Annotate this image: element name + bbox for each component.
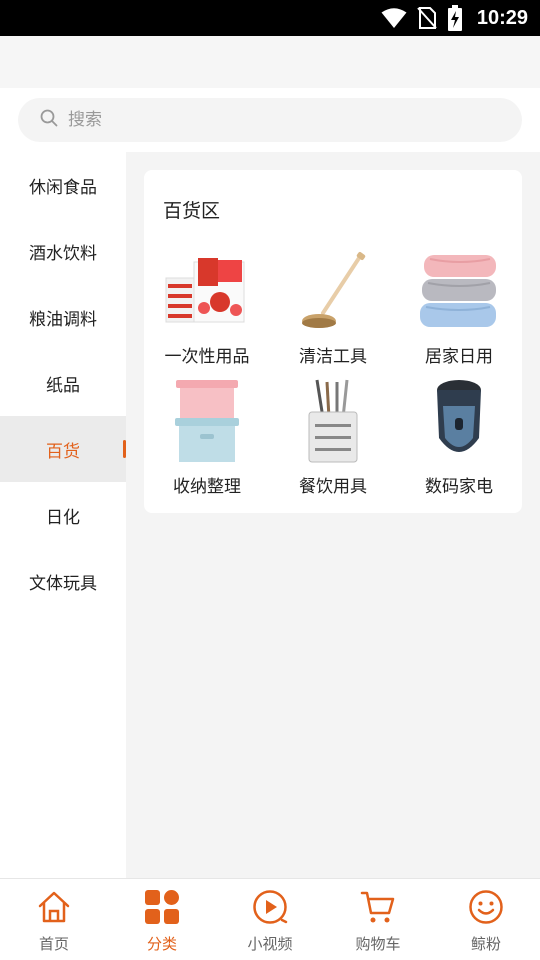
subcategory-cleaning-tools[interactable]: 清洁工具 bbox=[270, 246, 396, 376]
storage-box-image bbox=[162, 376, 252, 466]
sidebar-item-label: 百货 bbox=[46, 441, 80, 462]
subcategory-dining-utensils[interactable]: 餐饮用具 bbox=[270, 376, 396, 506]
category-sidebar: 休闲食品 酒水饮料 粮油调料 纸品 百货 日化 文体玩具 bbox=[0, 152, 126, 878]
sidebar-item-label: 粮油调料 bbox=[29, 309, 97, 330]
search-input[interactable] bbox=[68, 110, 488, 130]
category-content: 百货区 一次性用品 清洁工具 居家日用 收纳整理 餐饮用具 数码家电 bbox=[126, 152, 540, 878]
status-icons: 10:29 bbox=[381, 0, 528, 36]
search-box[interactable] bbox=[18, 98, 522, 142]
sidebar-item-label: 日化 bbox=[46, 507, 80, 528]
search-bar bbox=[0, 88, 540, 152]
nav-label: 鲸粉 bbox=[470, 935, 501, 953]
electric-shaver-image bbox=[414, 376, 504, 466]
disposable-cups-image bbox=[162, 246, 252, 336]
subcategory-household[interactable]: 居家日用 bbox=[396, 246, 522, 376]
nav-item-cart[interactable]: 购物车 bbox=[324, 879, 432, 960]
subcategory-grid: 一次性用品 清洁工具 居家日用 收纳整理 餐饮用具 数码家电 bbox=[144, 246, 522, 506]
nav-item-short-video[interactable]: 小视频 bbox=[216, 879, 324, 960]
header-spacer bbox=[0, 36, 540, 88]
nav-label: 首页 bbox=[38, 935, 69, 953]
sidebar-item-drinks[interactable]: 酒水饮料 bbox=[0, 218, 126, 284]
subcategory-label: 数码家电 bbox=[425, 477, 493, 497]
nav-label: 分类 bbox=[146, 935, 177, 953]
sidebar-item-grain-oil[interactable]: 粮油调料 bbox=[0, 284, 126, 350]
play-icon bbox=[252, 887, 288, 927]
wifi-icon bbox=[381, 7, 407, 29]
sidebar-item-stationery-toys[interactable]: 文体玩具 bbox=[0, 548, 126, 614]
sidebar-item-label: 酒水饮料 bbox=[29, 243, 97, 264]
subcategory-disposable[interactable]: 一次性用品 bbox=[144, 246, 270, 376]
subcategory-label: 餐饮用具 bbox=[299, 477, 367, 497]
sidebar-item-label: 休闲食品 bbox=[29, 177, 97, 198]
subcategory-label: 收纳整理 bbox=[173, 477, 241, 497]
search-icon bbox=[40, 109, 58, 131]
sidebar-item-household-chemicals[interactable]: 日化 bbox=[0, 482, 126, 548]
sidebar-item-general-goods[interactable]: 百货 bbox=[0, 416, 126, 482]
sidebar-item-label: 文体玩具 bbox=[29, 573, 97, 594]
subcategory-digital-appliances[interactable]: 数码家电 bbox=[396, 376, 522, 506]
nav-item-whale-fans[interactable]: 鲸粉 bbox=[432, 879, 540, 960]
category-grid-icon bbox=[144, 887, 180, 927]
battery-charging-icon bbox=[447, 5, 463, 31]
subcategory-label: 清洁工具 bbox=[299, 347, 367, 367]
card-title: 百货区 bbox=[163, 200, 221, 222]
bottom-nav: 首页 分类 小视频 购物车 鲸粉 bbox=[0, 878, 540, 960]
home-icon bbox=[36, 887, 72, 927]
nav-label: 购物车 bbox=[355, 935, 401, 953]
sidebar-item-paper[interactable]: 纸品 bbox=[0, 350, 126, 416]
nav-item-home[interactable]: 首页 bbox=[0, 879, 108, 960]
nav-item-category[interactable]: 分类 bbox=[108, 879, 216, 960]
smiley-icon bbox=[468, 887, 504, 927]
subcategory-label: 一次性用品 bbox=[164, 347, 250, 367]
no-sim-icon bbox=[417, 6, 437, 30]
status-time: 10:29 bbox=[476, 6, 528, 29]
utensil-holder-image bbox=[288, 376, 378, 466]
status-bar: 10:29 bbox=[0, 0, 540, 36]
category-card: 百货区 一次性用品 清洁工具 居家日用 收纳整理 餐饮用具 数码家电 bbox=[144, 170, 522, 513]
sidebar-item-label: 纸品 bbox=[46, 375, 80, 396]
towels-image bbox=[414, 246, 504, 336]
sidebar-item-snacks[interactable]: 休闲食品 bbox=[0, 152, 126, 218]
subcategory-label: 居家日用 bbox=[425, 347, 493, 367]
subcategory-storage[interactable]: 收纳整理 bbox=[144, 376, 270, 506]
nav-label: 小视频 bbox=[247, 935, 293, 953]
cleaning-brush-image bbox=[288, 246, 378, 336]
cart-icon bbox=[360, 887, 396, 927]
